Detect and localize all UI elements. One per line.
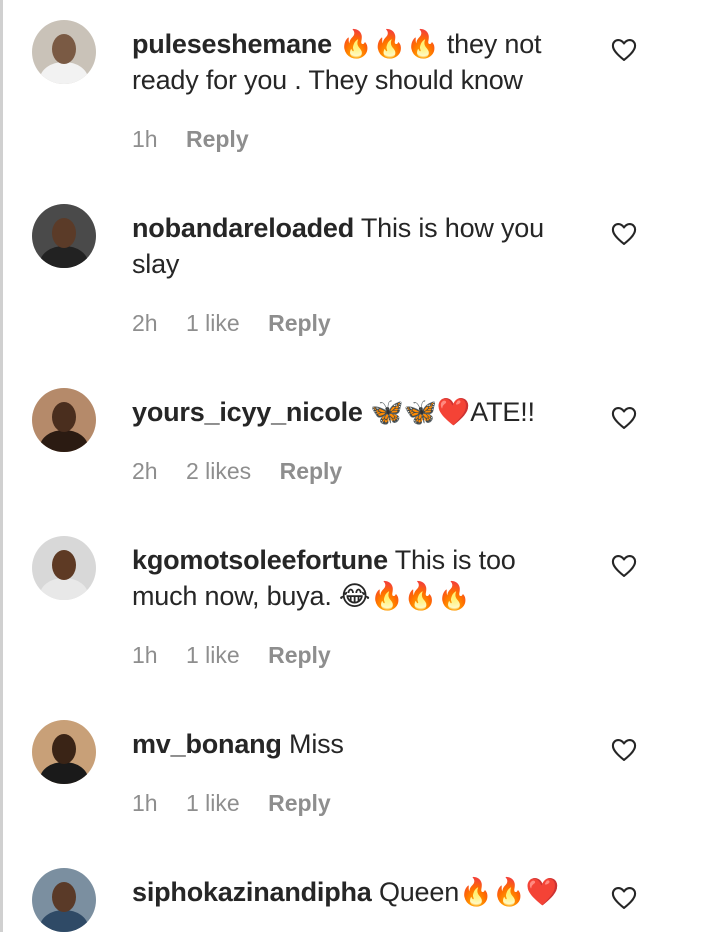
reply-button[interactable]: Reply [280,458,343,484]
avatar[interactable] [32,720,96,784]
comment-likes[interactable]: 1 like [186,310,240,336]
avatar-face [52,734,76,764]
avatar[interactable] [32,868,96,932]
heart-icon[interactable] [610,884,638,912]
comment-body: Queen🔥🔥❤️ [371,877,560,907]
comment-username[interactable]: puleseshemane [132,29,332,59]
comment-time: 1h [132,642,158,668]
avatar-body [40,430,88,452]
avatar[interactable] [32,536,96,600]
comment-meta: 1h Reply [132,126,271,153]
comment-likes[interactable]: 1 like [186,790,240,816]
comment-text: siphokazinandipha Queen🔥🔥❤️ [132,874,582,910]
avatar-face [52,218,76,248]
comment-username[interactable]: yours_icyy_nicole [132,397,363,427]
heart-icon[interactable] [610,404,638,432]
reply-button[interactable]: Reply [268,642,331,668]
comment-likes[interactable]: 1 like [186,642,240,668]
comment-text: yours_icyy_nicole 🦋🦋❤️ATE!! [132,394,582,430]
avatar[interactable] [32,388,96,452]
avatar-face [52,550,76,580]
comment-text: nobandareloaded This is how you slay [132,210,582,282]
heart-icon[interactable] [610,552,638,580]
heart-icon[interactable] [610,736,638,764]
avatar-body [40,762,88,784]
comment-text: mv_bonang Miss [132,726,582,762]
heart-icon[interactable] [610,36,638,64]
comment-username[interactable]: siphokazinandipha [132,877,372,907]
comment-time: 1h [132,126,158,152]
avatar-body [40,246,88,268]
avatar-face [52,882,76,912]
comment-time: 2h [132,310,158,336]
reply-button[interactable]: Reply [268,790,331,816]
comment-time: 2h [132,458,158,484]
comment-meta: 2h 2 likes Reply [132,458,364,485]
avatar-body [40,578,88,600]
avatar-face [52,402,76,432]
comment-meta: 1h 1 like Reply [132,790,353,817]
avatar[interactable] [32,204,96,268]
comment-body: 🦋🦋❤️ATE!! [362,397,535,427]
comment-username[interactable]: nobandareloaded [132,213,354,243]
left-edge-divider [0,0,3,932]
comment-body: Miss [281,729,344,759]
avatar-body [40,62,88,84]
comment-text: kgomotsoleefortune This is too much now,… [132,542,582,614]
comment-likes[interactable]: 2 likes [186,458,251,484]
avatar-body [40,910,88,932]
reply-button[interactable]: Reply [186,126,249,152]
comment-time: 1h [132,790,158,816]
comment-meta: 2h 1 like Reply [132,310,353,337]
avatar[interactable] [32,20,96,84]
comment-username[interactable]: kgomotsoleefortune [132,545,388,575]
comment-text: puleseshemane 🔥🔥🔥 they not ready for you… [132,26,582,98]
reply-button[interactable]: Reply [268,310,331,336]
comment-username[interactable]: mv_bonang [132,729,282,759]
heart-icon[interactable] [610,220,638,248]
comment-meta: 1h 1 like Reply [132,642,353,669]
avatar-face [52,34,76,64]
